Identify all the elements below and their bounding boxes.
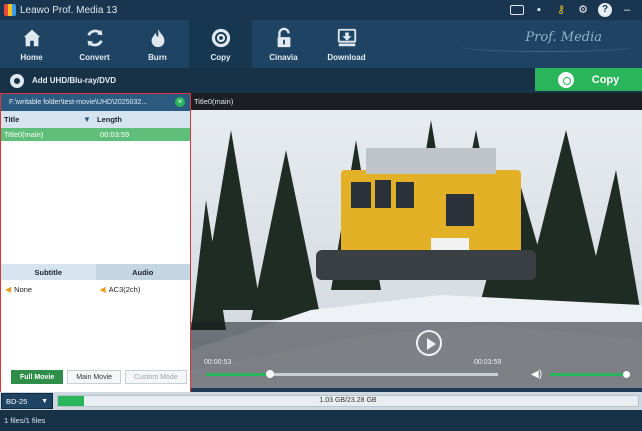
subtitle-cell[interactable]: ◀ None	[1, 282, 96, 296]
volume-slider[interactable]	[550, 370, 630, 378]
volume-level	[550, 373, 626, 376]
add-disc-icon	[10, 73, 24, 88]
main-nav: Home Convert Burn Copy Cinavia Download …	[0, 20, 642, 68]
app-window: Leawo Prof. Media 13 ▪ ⚷ ⚙ ? – Home Conv…	[0, 0, 642, 431]
title-name: Title0(main)	[4, 130, 44, 139]
nav-download-label: Download	[327, 53, 366, 62]
cinavia-lock-icon	[277, 27, 290, 48]
subtitle-header: Subtitle	[1, 264, 96, 280]
nav-home-label: Home	[20, 53, 43, 62]
monitor-icon[interactable]	[510, 5, 524, 15]
title-list-header: Title ▼ Length	[1, 111, 190, 128]
chat-icon[interactable]: ▪	[532, 3, 546, 17]
action-bar: Add UHD/Blu-ray/DVD Copy	[0, 68, 642, 93]
capacity-text: 1.03 GB/23.28 GB	[319, 397, 377, 404]
source-path-bar: F:\writable folder\test-movie\UHD\202503…	[1, 94, 190, 111]
volume-icon[interactable]: ◀)	[531, 369, 543, 380]
copy-button[interactable]: Copy	[535, 68, 642, 91]
brand-text: Prof. Media	[525, 30, 602, 45]
title-bar: Leawo Prof. Media 13 ▪ ⚷ ⚙ ? –	[0, 0, 642, 20]
gear-icon[interactable]: ⚙	[576, 3, 590, 17]
add-disc-button[interactable]: Add UHD/Blu-ray/DVD	[10, 73, 117, 88]
key-icon[interactable]: ⚷	[554, 3, 568, 17]
player-controls: 00:00:53 00:03:59 ◀)	[191, 322, 642, 388]
col-length[interactable]: Length	[97, 115, 190, 124]
chevron-down-icon: ▼	[41, 397, 48, 405]
copy-disc-icon	[211, 28, 230, 48]
nav-burn-label: Burn	[148, 53, 167, 62]
download-icon	[337, 28, 356, 47]
audio-value: AC3(2ch)	[108, 284, 141, 294]
volume-handle[interactable]	[622, 370, 630, 378]
nav-cinavia[interactable]: Cinavia	[252, 20, 315, 68]
time-total: 00:03:59	[474, 359, 502, 366]
nav-home[interactable]: Home	[0, 20, 63, 68]
close-source-icon[interactable]: ×	[175, 97, 185, 107]
audio-cell[interactable]: ◀ AC3(2ch)	[96, 282, 191, 296]
burn-icon	[151, 28, 164, 48]
preview-title: Title0(main)	[191, 93, 642, 110]
add-disc-label: Add UHD/Blu-ray/DVD	[32, 76, 117, 85]
col-title[interactable]: Title	[1, 115, 83, 124]
track-header: Subtitle Audio	[1, 264, 190, 280]
capacity-meter: 1.03 GB/23.28 GB	[57, 395, 639, 407]
seek-handle[interactable]	[266, 370, 275, 378]
nav-convert[interactable]: Convert	[63, 20, 126, 68]
capacity-bar: BD-25 ▼ 1.03 GB/23.28 GB	[0, 392, 642, 410]
time-current: 00:00:53	[204, 359, 232, 366]
speaker-icon: ◀	[99, 284, 106, 294]
nav-convert-label: Convert	[79, 53, 110, 62]
title-bar-icons: ▪ ⚷ ⚙ ? –	[510, 3, 634, 17]
window-title: Leawo Prof. Media 13	[20, 4, 118, 16]
source-path: F:\writable folder\test-movie\UHD\202503…	[9, 99, 148, 106]
main-movie-button[interactable]: Main Movie	[67, 370, 122, 384]
copy-disc-icon	[557, 71, 574, 88]
disc-type-select[interactable]: BD-25 ▼	[1, 393, 53, 409]
convert-icon	[86, 29, 103, 47]
nav-burn[interactable]: Burn	[126, 20, 189, 68]
title-length: 00:03:59	[100, 130, 130, 139]
full-movie-button[interactable]: Full Movie	[11, 370, 64, 384]
track-row: ◀ None ◀ AC3(2ch)	[1, 282, 190, 296]
status-bar: 1 files/1 files	[0, 410, 642, 431]
disc-type-value: BD-25	[6, 396, 28, 406]
seek-progress	[206, 373, 271, 376]
speaker-icon: ◀	[5, 284, 12, 294]
copy-button-label: Copy	[591, 73, 620, 86]
nav-cinavia-label: Cinavia	[269, 53, 298, 62]
subtitle-value: None	[14, 284, 33, 294]
help-icon[interactable]: ?	[598, 3, 612, 17]
title-panel: F:\writable folder\test-movie\UHD\202503…	[0, 93, 191, 410]
chevron-down-icon[interactable]: ▼	[83, 115, 97, 124]
seek-slider[interactable]	[206, 370, 498, 378]
play-button[interactable]	[416, 330, 442, 356]
copy-mode-group: Full Movie Main Movie Custom Mode	[11, 370, 187, 384]
nav-download[interactable]: Download	[315, 20, 378, 68]
audio-header: Audio	[95, 264, 190, 280]
home-icon	[23, 29, 40, 47]
table-row[interactable]: Title0(main) 00:03:59	[1, 128, 190, 141]
nav-copy[interactable]: Copy	[189, 20, 252, 68]
nav-copy-label: Copy	[210, 53, 231, 62]
minimize-icon[interactable]: –	[620, 3, 634, 17]
app-logo-icon	[4, 4, 16, 16]
file-count: 1 files/1 files	[4, 416, 46, 425]
custom-mode-button[interactable]: Custom Mode	[125, 370, 187, 384]
